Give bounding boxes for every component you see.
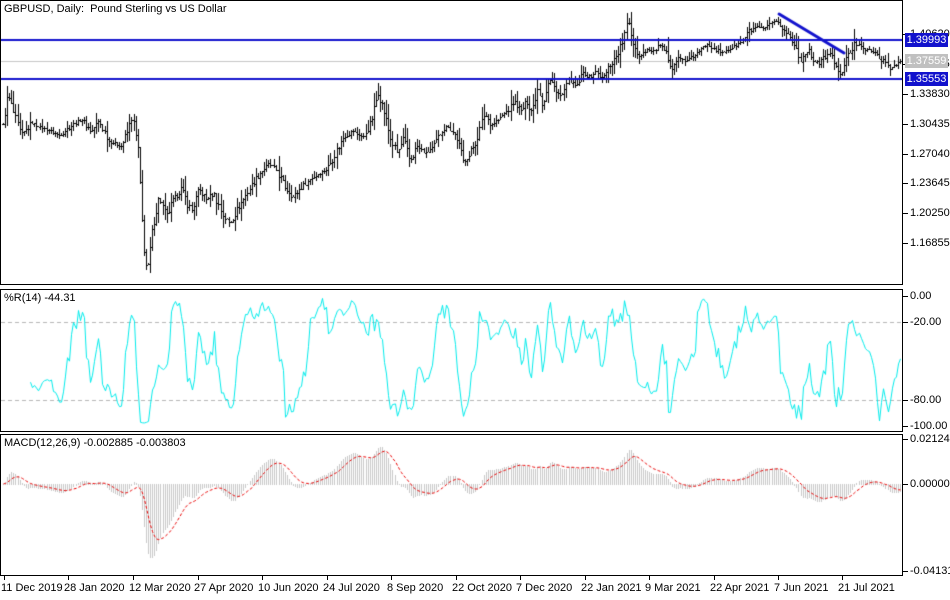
date-label: 9 Mar 2021 (645, 582, 701, 594)
axis-tick-label: 1.30435 (910, 118, 950, 130)
date-tick-mark (198, 576, 199, 580)
level-price-badge: 1.35553 (905, 72, 948, 86)
axis-tick-mark (903, 400, 908, 401)
price-axis[interactable]: 1.39993 1.37559 1.35553 1.406201.372251.… (903, 0, 950, 576)
date-label: 7 Dec 2020 (516, 582, 572, 594)
date-label: 12 Mar 2020 (129, 582, 191, 594)
date-label: 22 Apr 2021 (710, 582, 769, 594)
date-tick-mark (842, 576, 843, 580)
williams-r-name: %R(14) (4, 292, 41, 304)
date-label: 21 Jul 2021 (838, 582, 895, 594)
axis-tick-mark (903, 213, 908, 214)
axis-tick-mark (903, 154, 908, 155)
price-chart-canvas[interactable] (1, 1, 902, 284)
axis-tick-mark (903, 322, 908, 323)
date-tick-mark (391, 576, 392, 580)
date-label: 8 Sep 2020 (387, 582, 443, 594)
axis-tick-label: -100.00 (910, 420, 947, 432)
bid-price-badge: 1.37559 (905, 54, 948, 68)
axis-tick-mark (903, 183, 908, 184)
date-label: 28 Jan 2020 (64, 582, 125, 594)
axis-tick-label: -0.041317 (910, 565, 950, 577)
axis-tick-mark (903, 571, 908, 572)
macd-value: -0.002885 -0.003803 (83, 437, 185, 449)
date-tick-mark (262, 576, 263, 580)
axis-tick-label: 1.23645 (910, 177, 950, 189)
date-tick-mark (778, 576, 779, 580)
axis-tick-label: 0.021244 (910, 433, 950, 445)
date-label: 10 Jun 2020 (258, 582, 319, 594)
date-label: 11 Dec 2019 (1, 582, 63, 594)
macd-panel: MACD(12,26,9) -0.002885 -0.003803 (0, 434, 903, 576)
date-label: 7 Jun 2021 (774, 582, 828, 594)
panel-divider[interactable] (0, 285, 903, 289)
axis-tick-label: 0.00 (910, 290, 931, 302)
axis-tick-mark (903, 124, 908, 125)
date-tick-mark (4, 576, 5, 580)
williams-r-header: %R(14) -44.31 (4, 292, 76, 304)
williams-r-canvas[interactable] (1, 290, 902, 431)
chart-window: GBPUSD, Daily: Pound Sterling vs US Doll… (0, 0, 950, 600)
axis-tick-label: 0.000000 (910, 478, 950, 490)
axis-tick-mark (903, 94, 908, 95)
axis-tick-mark (903, 243, 908, 244)
date-label: 24 Jul 2020 (323, 582, 380, 594)
williams-r-panel: %R(14) -44.31 (0, 289, 903, 432)
date-tick-mark (327, 576, 328, 580)
chart-title: GBPUSD, Daily: Pound Sterling vs US Doll… (4, 3, 227, 15)
date-tick-mark (714, 576, 715, 580)
macd-name: MACD(12,26,9) (4, 437, 80, 449)
panel-divider[interactable] (0, 432, 903, 434)
axis-tick-label: 1.20250 (910, 207, 950, 219)
time-axis[interactable]: 11 Dec 201928 Jan 2020 12 Mar 202027 Apr … (0, 576, 903, 600)
date-label: 22 Oct 2020 (452, 582, 512, 594)
axis-tick-label: -80.00 (910, 394, 941, 406)
date-tick-mark (133, 576, 134, 580)
axis-tick-mark (903, 426, 908, 427)
axis-tick-mark (903, 296, 908, 297)
axis-tick-label: 1.33830 (910, 88, 950, 100)
level-price-badge: 1.39993 (905, 33, 948, 47)
axis-tick-label: -20.00 (910, 316, 941, 328)
williams-r-value: -44.31 (44, 292, 75, 304)
date-label: 22 Jan 2021 (581, 582, 642, 594)
axis-tick-mark (903, 484, 908, 485)
macd-canvas[interactable] (1, 435, 902, 575)
date-tick-mark (585, 576, 586, 580)
date-tick-mark (520, 576, 521, 580)
axis-tick-mark (903, 439, 908, 440)
macd-header: MACD(12,26,9) -0.002885 -0.003803 (4, 437, 186, 449)
date-label: 27 Apr 2020 (194, 582, 253, 594)
date-tick-mark (456, 576, 457, 580)
date-tick-mark (68, 576, 69, 580)
date-tick-mark (649, 576, 650, 580)
axis-tick-label: 1.16855 (910, 237, 950, 249)
main-price-panel: GBPUSD, Daily: Pound Sterling vs US Doll… (0, 0, 903, 285)
axis-tick-label: 1.27040 (910, 148, 950, 160)
